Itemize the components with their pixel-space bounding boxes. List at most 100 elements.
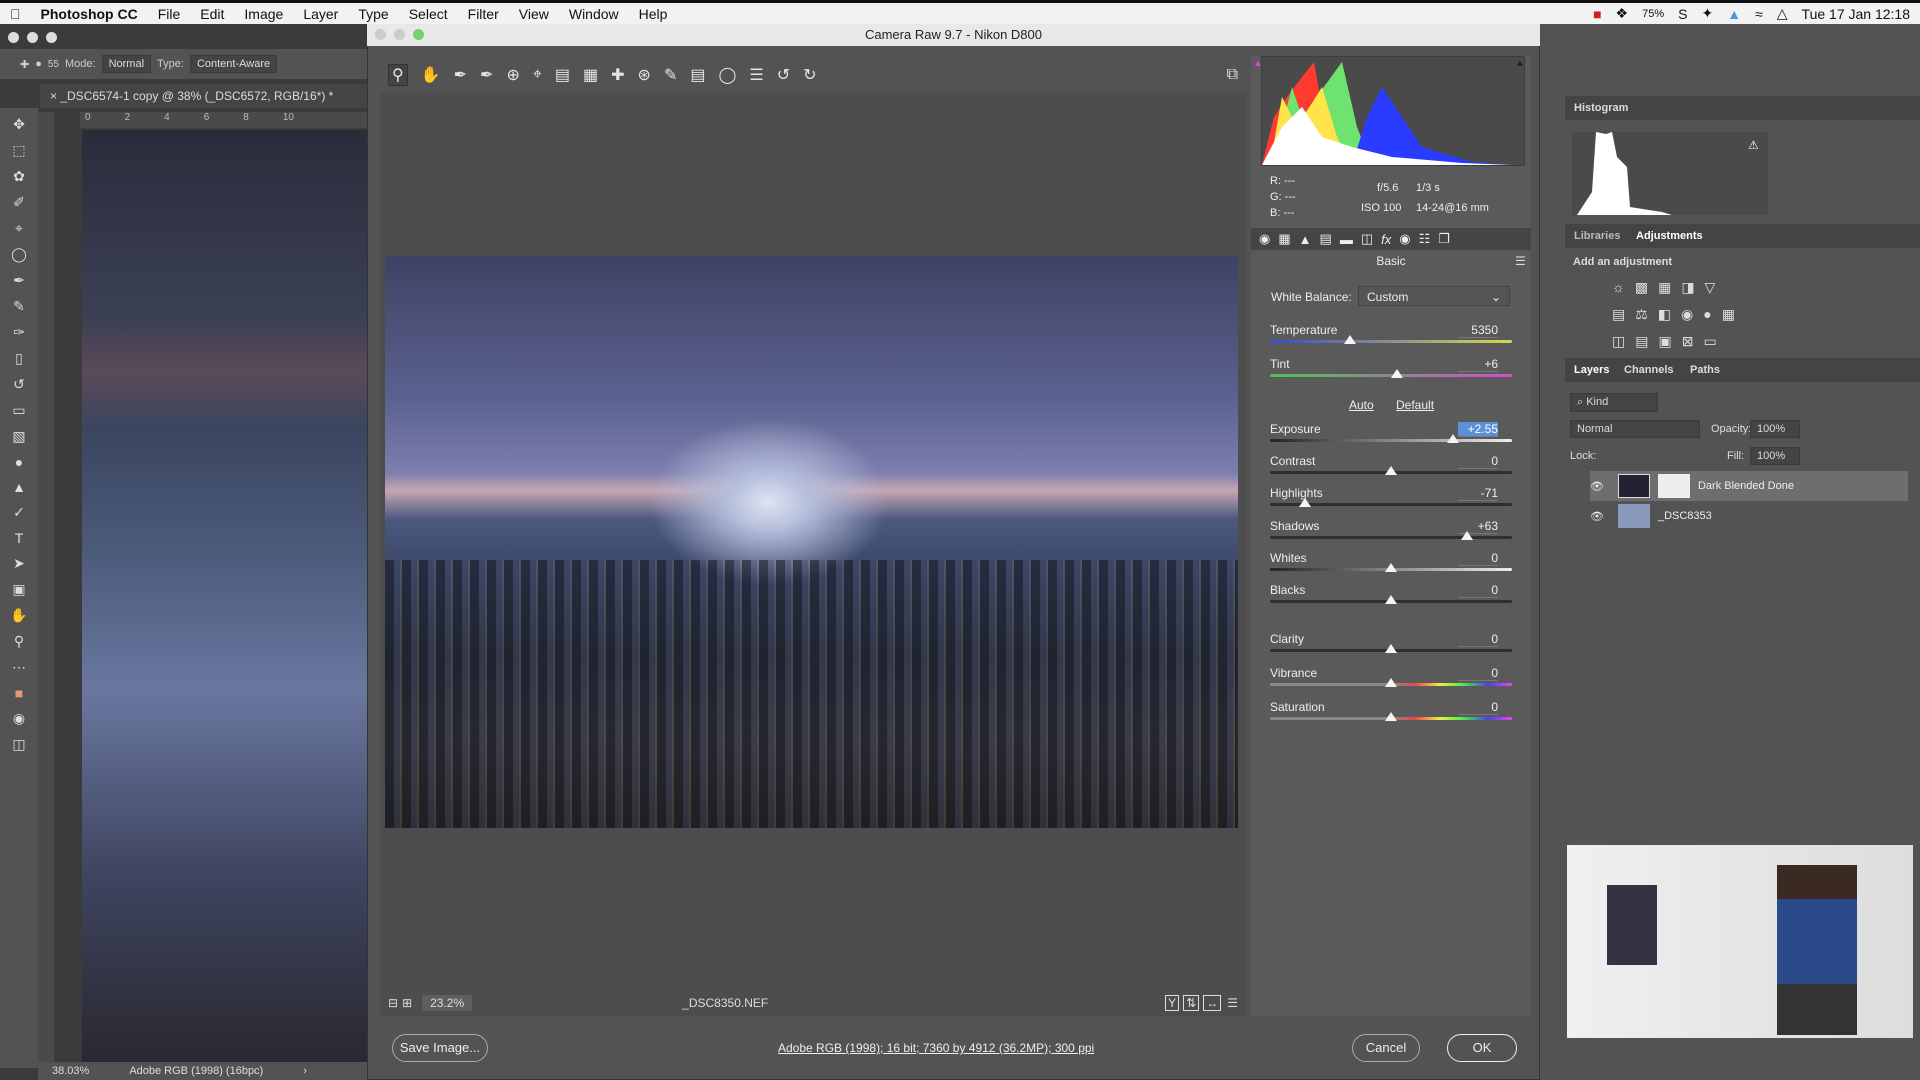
slider-thumb[interactable] [1385,595,1397,604]
radial-filter-icon[interactable]: ◯ [718,65,736,85]
slider-value-input[interactable]: +6 [1458,357,1498,372]
shape-tool-icon[interactable]: ▣ [12,581,25,598]
menu-select[interactable]: Select [399,6,458,22]
dialog-zoom-button[interactable] [413,29,424,40]
zoom-out-icon[interactable]: ⊟ [388,996,398,1010]
highlight-clipping-warning-icon[interactable]: ▲ [1515,58,1525,69]
before-after-icon[interactable]: Y [1165,995,1180,1011]
gradient-tool-icon[interactable]: ▧ [12,428,25,445]
slider-value-input[interactable]: 0 [1458,666,1498,681]
eyedropper-tool-icon[interactable]: ✒ [13,272,25,289]
hsl-tab-icon[interactable]: ▤ [1320,231,1332,247]
copy-settings-icon[interactable]: ↔ [1203,995,1222,1011]
slider-value-input[interactable]: 0 [1458,632,1498,647]
wifi-icon[interactable]: ≈ [1755,6,1763,22]
tab-layers[interactable]: Layers [1574,364,1609,376]
slider-value-input[interactable]: -71 [1458,486,1498,501]
exposure-icon[interactable]: ◨ [1681,279,1704,295]
transform-tool-icon[interactable]: ▦ [583,65,598,85]
lasso-tool-icon[interactable]: ✿ [13,168,25,185]
skype-icon[interactable]: S [1678,6,1687,22]
channel-mixer-icon[interactable]: ● [1703,306,1721,322]
app-status-icon[interactable]: ✦ [1701,5,1713,22]
straighten-tool-icon[interactable]: ▤ [555,65,570,85]
slider-track[interactable] [1270,536,1512,539]
airplay-icon[interactable]: △ [1777,5,1788,22]
slider-thumb[interactable] [1385,644,1397,653]
presets-tab-icon[interactable]: ☷ [1419,231,1431,247]
adjustment-brush-icon[interactable]: ✎ [664,65,677,85]
tab-channels[interactable]: Channels [1624,364,1674,376]
menu-window[interactable]: Window [559,6,629,22]
hand-tool-icon[interactable]: ✋ [10,607,27,624]
minimize-button[interactable] [27,32,38,43]
apple-icon[interactable]:  [0,6,31,22]
mode-select[interactable]: Normal [101,55,152,73]
screen-mode-icon[interactable]: ◫ [12,736,25,753]
brightness-contrast-icon[interactable]: ☼ [1612,279,1635,295]
slider-thumb[interactable] [1385,712,1397,721]
type-select[interactable]: Content-Aware [189,55,278,73]
slider-value-input[interactable]: +2.55 [1458,422,1498,437]
slider-thumb[interactable] [1391,369,1404,378]
stamp-tool-icon[interactable]: ▯ [15,350,23,367]
slider-value-input[interactable]: 0 [1458,583,1498,598]
move-tool-icon[interactable]: ✥ [13,116,25,133]
menu-image[interactable]: Image [234,6,293,22]
pen-tool-icon[interactable]: ✓ [13,504,25,521]
dialog-close-button[interactable] [375,29,386,40]
quick-mask-icon[interactable]: ◉ [13,710,25,727]
type-tool-icon[interactable]: T [15,530,24,546]
menu-edit[interactable]: Edit [190,6,234,22]
slider-thumb[interactable] [1461,531,1474,540]
shadow-clipping-warning-icon[interactable]: ▲ [1253,58,1263,69]
brush-preset-icon[interactable]: ● [35,58,42,70]
slider-thumb[interactable] [1385,563,1397,572]
invert-icon[interactable]: ◫ [1612,333,1635,349]
spot-removal-icon[interactable]: ✚ [611,65,624,85]
slider-value-input[interactable]: 0 [1458,551,1498,566]
slider-thumb[interactable] [1446,434,1459,443]
slider-track[interactable] [1270,439,1512,442]
layer-row[interactable]: 👁 Dark Blended Done [1590,471,1908,501]
visibility-eye-icon[interactable]: 👁 [1590,480,1604,493]
crop-tool-icon[interactable]: ⌖ [533,66,542,84]
targeted-adjustment-icon[interactable]: ⊕ [506,65,519,85]
preferences-icon[interactable]: ☰ [749,65,763,85]
workflow-options-link[interactable]: Adobe RGB (1998); 16 bit; 7360 by 4912 (… [778,1041,1094,1055]
default-button[interactable]: Default [1396,398,1434,412]
lens-corrections-tab-icon[interactable]: ◫ [1361,231,1373,247]
slider-thumb[interactable] [1385,678,1397,687]
layer-row[interactable]: 👁 _DSC8353 [1590,501,1908,531]
curves-icon[interactable]: ▦ [1658,279,1681,295]
dialog-minimize-button[interactable] [394,29,405,40]
color-profile[interactable]: Adobe RGB (1998) (16bpc) [129,1065,263,1077]
slider-thumb[interactable] [1343,335,1356,344]
snapshots-tab-icon[interactable]: ❐ [1438,231,1450,247]
slider-thumb[interactable] [1299,498,1312,507]
save-image-button[interactable]: Save Image... [392,1034,488,1062]
sync-icon[interactable]: ▲ [1727,6,1741,22]
memory-indicator[interactable]: 75% [1642,8,1664,20]
blend-mode-select[interactable]: Normal [1570,420,1700,438]
quick-select-tool-icon[interactable]: ✐ [13,194,25,211]
color-sampler-icon[interactable]: ✒ [480,65,493,85]
marquee-tool-icon[interactable]: ⬚ [12,142,25,159]
levels-icon[interactable]: ▩ [1635,279,1658,295]
slider-value-input[interactable]: 0 [1458,454,1498,469]
tab-adjustments[interactable]: Adjustments [1636,230,1703,242]
ok-button[interactable]: OK [1447,1034,1517,1062]
dodge-tool-icon[interactable]: ▲ [12,479,26,495]
frame-tool-icon[interactable]: ◯ [11,246,27,263]
hand-tool-icon[interactable]: ✋ [421,65,441,85]
document-canvas[interactable] [82,130,367,1062]
tone-curve-tab-icon[interactable]: ▦ [1278,231,1290,247]
slider-track[interactable] [1270,340,1512,343]
menu-filter[interactable]: Filter [458,6,509,22]
red-eye-icon[interactable]: ⊛ [638,65,651,85]
swap-icon[interactable]: ⇅ [1183,995,1200,1011]
close-button[interactable] [8,32,19,43]
zoom-level[interactable]: 38.03% [52,1065,89,1077]
zoom-in-icon[interactable]: ⊞ [402,996,412,1010]
menu-view[interactable]: View [509,6,559,22]
